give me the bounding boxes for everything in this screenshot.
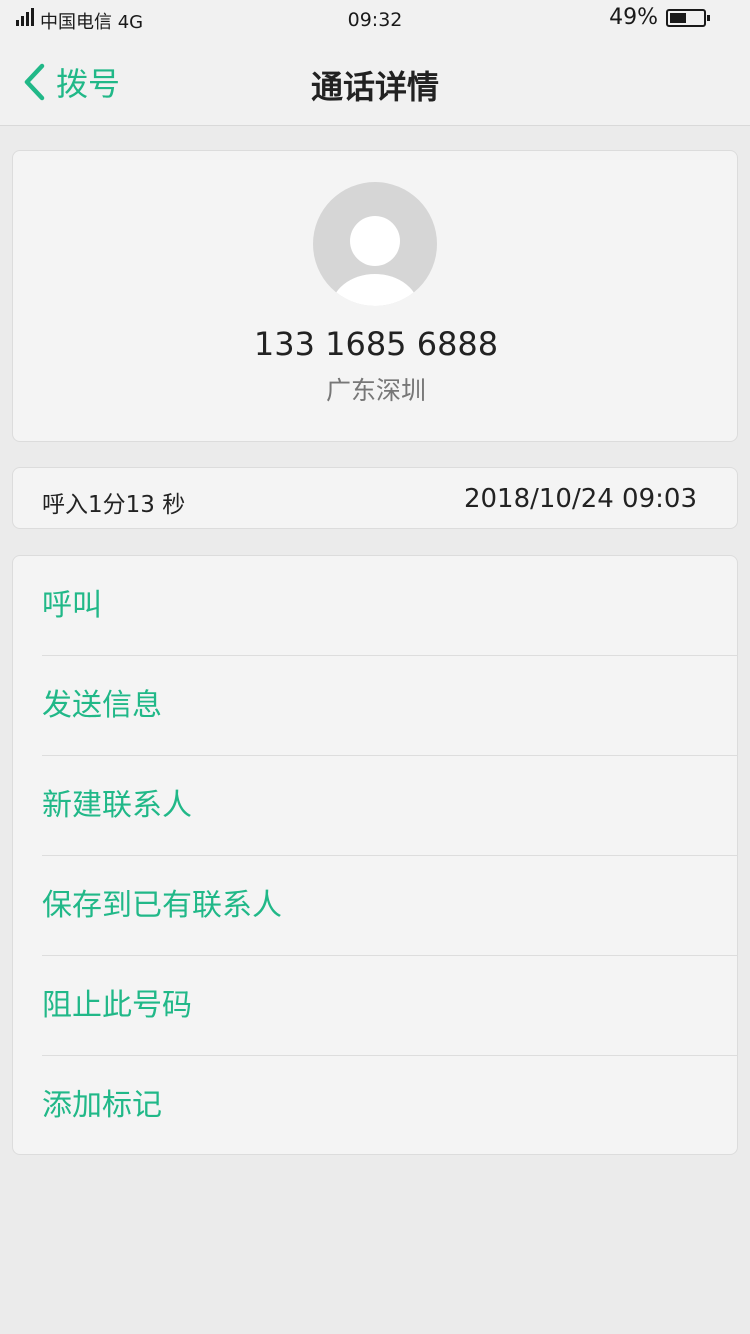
battery-icon (666, 9, 710, 27)
block-number-button[interactable]: 阻止此号码 (42, 956, 738, 1056)
page-title: 通话详情 (310, 68, 439, 106)
avatar (313, 182, 437, 306)
call-datetime: 2018/10/24 09:03 (463, 484, 697, 514)
phone-location: 广东深圳 (325, 376, 426, 405)
add-tag-button[interactable]: 添加标记 (42, 1056, 738, 1156)
new-contact-button[interactable]: 新建联系人 (42, 756, 738, 856)
person-icon (350, 216, 400, 266)
contact-card: 133 1685 6888 广东深圳 (12, 150, 738, 442)
call-duration: 呼入1分13 秒 (42, 492, 186, 518)
nav-bar: 拨号 通话详情 (0, 38, 750, 126)
call-button[interactable]: 呼叫 (42, 556, 738, 656)
battery-percent: 49% (609, 5, 658, 30)
save-to-existing-contact-button[interactable]: 保存到已有联系人 (42, 856, 738, 956)
call-record: 呼入1分13 秒 2018/10/24 09:03 (12, 467, 738, 529)
phone-number: 133 1685 6888 (253, 325, 499, 363)
status-bar: 中国电信 4G 09:32 49% (0, 0, 750, 38)
send-message-button[interactable]: 发送信息 (42, 656, 738, 756)
actions-list: 呼叫 发送信息 新建联系人 保存到已有联系人 阻止此号码 添加标记 (12, 555, 738, 1155)
